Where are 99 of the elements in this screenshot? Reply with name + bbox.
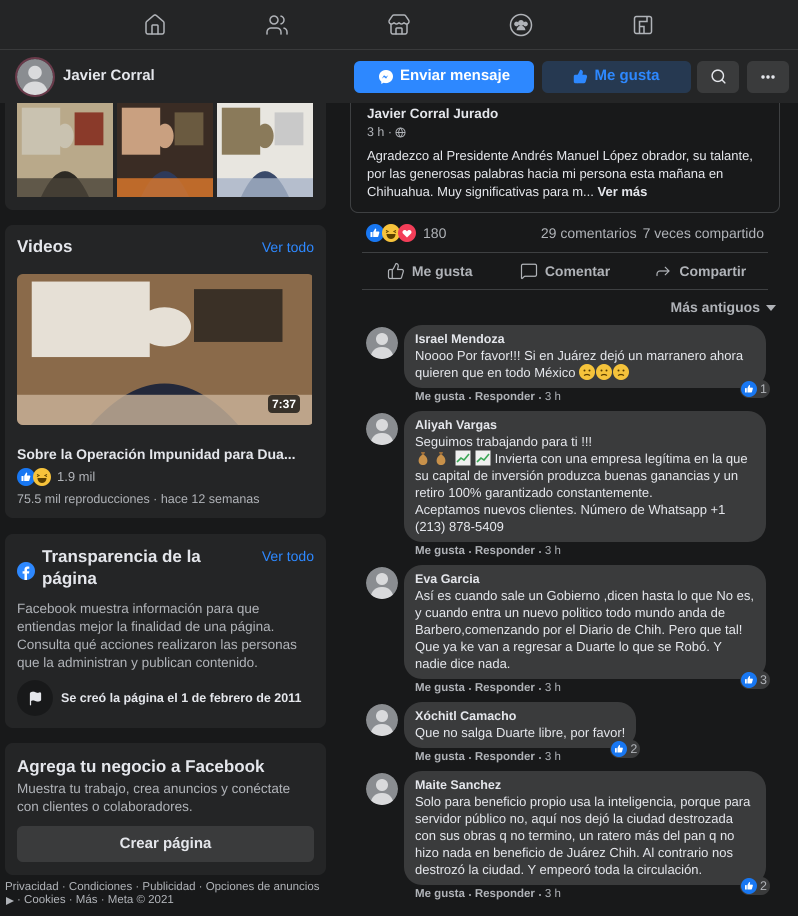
chart-icon [455, 450, 471, 466]
transparency-description: Facebook muestra información para que entiendas mejor la finalidad de una página. Consulta qué acciones realizaron las personas que la administran y publican contenido. [17, 600, 298, 672]
avatar[interactable] [17, 58, 53, 94]
share-button[interactable]: Compartir [632, 253, 768, 289]
heart-reaction-icon [398, 224, 416, 242]
video-meta: 75.5 mil reproducciones · hace 12 semanas [17, 490, 260, 508]
see-more-link[interactable]: Ver más [598, 184, 648, 199]
section-title: Transparencia de la página [42, 546, 202, 590]
laughing-face-icon [33, 468, 51, 486]
globe-icon [395, 126, 406, 138]
comment-text: Seguimos trabajando para ti !!! [415, 433, 594, 450]
post-author[interactable]: Javier Corral Jurado [367, 105, 763, 123]
reply-link[interactable]: Responder [474, 887, 535, 902]
comment-like-link[interactable]: Me gusta [415, 681, 465, 696]
like-reaction-icon [17, 468, 35, 486]
more-icon [761, 74, 775, 78]
people-icon[interactable] [265, 12, 289, 36]
like-reaction-icon [611, 741, 628, 757]
comment-time[interactable]: 3 h [544, 544, 561, 559]
reaction-count[interactable]: 180 [423, 222, 446, 244]
like-count-number: 3 [760, 672, 767, 689]
like-count-number: 2 [760, 878, 767, 895]
search-button[interactable] [697, 60, 739, 92]
reply-link[interactable]: Responder [474, 544, 535, 559]
group-icon[interactable] [509, 12, 533, 36]
page-name[interactable]: Javier Corral [63, 65, 155, 88]
like-count-number: 1 [760, 380, 767, 398]
reply-link[interactable]: Responder [474, 390, 535, 405]
comment-like-count[interactable]: 1 [740, 380, 770, 398]
post-text: Agradezco al Presidente Andrés Manuel López obrador, su talante, por las generosas palabras hacia mi persona esta mañana en Chihuahua. Muy significativas para m... Ver más [367, 147, 754, 201]
ad-choices-icon[interactable] [5, 896, 15, 906]
comment-time[interactable]: 3 h [544, 681, 561, 696]
avatar[interactable] [366, 704, 398, 736]
comment-time[interactable]: 3 h [544, 887, 561, 902]
thumbs-up-icon [573, 69, 588, 84]
comment-text: Así es cuando sale un Gobierno ,dicen hasta lo que No es, y cuando entra un nuevo politico todo mundo anda de Barbero,comenzando por el Diario de Chih. Pero que tal! Que ya ke van a regresar a Duarte lo que se Robó. Y nadie dice nada. [415, 587, 755, 672]
reaction-count[interactable]: 1.9 mil [57, 467, 96, 486]
video-title[interactable]: Sobre la Operación Impunidad para Dua... [17, 445, 314, 463]
avatar[interactable] [366, 567, 398, 599]
like-reaction-icon [366, 224, 384, 242]
footer-links[interactable]: · Cookies · Más · Meta © 2021 [17, 894, 174, 908]
comment-author[interactable]: Israel Mendoza [415, 331, 755, 347]
comment-author[interactable]: Maite Sanchez [415, 777, 755, 793]
sad-face-icon [596, 364, 612, 380]
laughing-face-icon [382, 224, 400, 242]
comment-text: Aceptamos nuevos clientes. Número de Whatsapp +1 (213) 878-5409 [415, 501, 726, 535]
reply-link[interactable]: Responder [474, 750, 535, 765]
comment-time[interactable]: 3 h [544, 390, 561, 405]
sad-face-icon [579, 364, 596, 380]
section-title: Videos [17, 236, 72, 258]
see-all-link[interactable]: Ver todo [262, 236, 314, 258]
avatar[interactable] [366, 773, 398, 805]
comment-button[interactable]: Comentar [497, 253, 633, 289]
like-button[interactable]: Me gusta [362, 253, 498, 289]
avatar[interactable] [366, 327, 398, 359]
sort-dropdown[interactable]: Más antiguos [670, 297, 776, 318]
avatar[interactable] [366, 413, 398, 445]
video-duration: 7:37 [268, 395, 300, 413]
thumbs-up-icon [386, 262, 405, 280]
home-icon[interactable] [143, 12, 167, 36]
reply-link[interactable]: Responder [474, 681, 535, 696]
store-icon[interactable] [387, 12, 411, 36]
chart-icon [475, 450, 491, 466]
comment-author[interactable]: Eva Garcia [415, 571, 755, 587]
comment-text: Noooo Por favor!!! Si en Juárez dejó un marranero ahora quieren que en todo México [415, 347, 744, 381]
sad-face-icon [613, 364, 630, 380]
comment-icon [520, 262, 538, 280]
flag-icon [28, 690, 42, 706]
comment-author[interactable]: Aliyah Vargas [415, 417, 755, 433]
comment-like-count[interactable]: 3 [740, 671, 770, 689]
comment-like-link[interactable]: Me gusta [415, 887, 465, 902]
footer-links[interactable]: Privacidad · Condiciones · Publicidad · Opciones de anuncios [5, 881, 320, 894]
facebook-logo-icon [17, 562, 35, 580]
see-all-link[interactable]: Ver todo [262, 546, 314, 568]
comment-text: Invierta con una empresa legítima en la que su capital de inversión produzca buenas ganancias y un retiro 100% garantizado constantemente. [415, 450, 749, 501]
messenger-icon [378, 68, 394, 84]
comment-like-count[interactable]: 2 [740, 877, 770, 895]
share-count[interactable]: 7 veces compartido [642, 222, 764, 244]
more-button[interactable] [747, 60, 789, 92]
comment-like-count[interactable]: 2 [610, 740, 640, 758]
comment-author[interactable]: Xóchitl Camacho [415, 708, 626, 724]
comment-text: Solo para beneficio propio usa la inteligencia, porque para servidor público no, aquí nos dejó la ciudad destrozada con sus obras q no termino, un ratero más del pan q no hizo nada en beneficio de Juárez Chih. Al contrario nos destrozó la ciudad. Y empeoró toda la circulación. [415, 793, 752, 878]
like-reaction-icon [741, 672, 758, 688]
search-icon [710, 68, 726, 85]
caret-icon [766, 304, 776, 310]
page-created-date: Se creó la página el 1 de febrero de 2011 [61, 690, 302, 707]
comment-count[interactable]: 29 comentarios [540, 222, 637, 244]
section-title: Agrega tu negocio a Facebook [17, 756, 266, 778]
create-page-button[interactable]: Crear página [17, 826, 314, 862]
comment-text: Que no salga Duarte libre, por favor! [415, 724, 626, 741]
comment-like-link[interactable]: Me gusta [415, 750, 465, 765]
comment-time[interactable]: 3 h [544, 750, 561, 765]
like-reaction-icon [741, 878, 758, 894]
post-time[interactable]: 3 h · [367, 124, 392, 140]
comment-like-link[interactable]: Me gusta [415, 390, 465, 405]
business-description: Muestra tu trabajo, crea anuncios y conéctate con clientes o colaboradores. [17, 780, 292, 816]
like-reaction-icon [741, 381, 758, 397]
like-count-number: 2 [630, 740, 638, 758]
comment-like-link[interactable]: Me gusta [415, 544, 465, 559]
